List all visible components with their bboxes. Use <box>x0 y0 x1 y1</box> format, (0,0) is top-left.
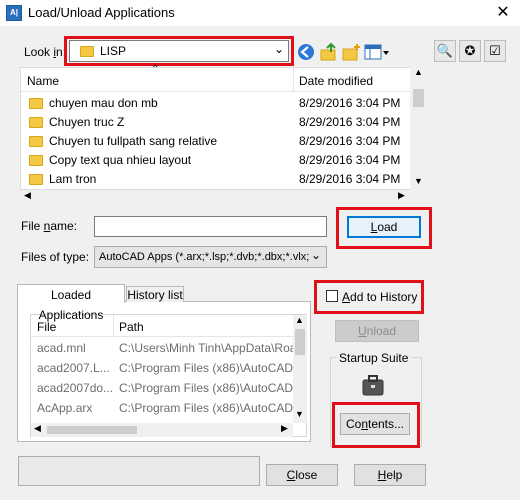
scroll-thumb[interactable] <box>413 89 424 107</box>
look-in-label: Look in: <box>24 45 67 59</box>
list-item[interactable]: Chuyen tu fullpath sang relative <box>29 132 289 151</box>
help-button[interactable]: Help <box>354 464 426 486</box>
list-item-date: 8/29/2016 3:04 PM <box>299 172 401 186</box>
loaded-hscrollbar[interactable]: ◀ ▶ <box>31 423 293 437</box>
list-item-date: 8/29/2016 3:04 PM <box>299 115 401 129</box>
table-row-file[interactable]: AcApp.arx <box>37 401 113 415</box>
list-item[interactable]: chuyen mau don mb <box>29 94 289 113</box>
files-of-type-label: Files of type: <box>21 250 90 264</box>
loaded-vscrollbar[interactable]: ▲ ▼ <box>293 315 307 423</box>
table-row-file[interactable]: acad2007do... <box>37 381 113 395</box>
scroll-left-icon[interactable]: ◀ <box>24 190 31 201</box>
close-icon[interactable]: ✕ <box>490 2 516 24</box>
folder-icon <box>29 174 43 185</box>
scroll-right-icon[interactable]: ▶ <box>398 190 405 201</box>
file-name-input[interactable] <box>94 216 327 237</box>
scroll-right-icon[interactable]: ▶ <box>281 423 288 434</box>
folder-icon <box>80 46 94 57</box>
find-icon[interactable]: 🔍 <box>434 40 456 62</box>
file-list-hscrollbar[interactable]: ◀ ▶ <box>20 190 410 204</box>
column-path[interactable]: Path <box>119 320 144 334</box>
add-to-history-checkbox[interactable] <box>326 290 338 302</box>
folder-icon <box>29 136 43 147</box>
list-item[interactable]: Chuyen truc Z <box>29 113 289 132</box>
scroll-left-icon[interactable]: ◀ <box>34 423 41 434</box>
column-divider <box>113 315 114 337</box>
table-row-file[interactable]: acad.mnl <box>37 341 113 355</box>
scroll-up-icon[interactable]: ▲ <box>414 67 423 77</box>
up-folder-icon[interactable] <box>319 42 339 62</box>
look-in-value: LISP <box>100 44 127 58</box>
column-divider <box>293 68 294 92</box>
table-row-path: C:\Program Files (x86)\AutoCAD 20... <box>119 381 295 395</box>
scroll-thumb[interactable] <box>47 426 137 434</box>
file-list-header: Name Date modified ⌃ <box>21 64 413 92</box>
chevron-down-icon: ⌄ <box>274 42 285 56</box>
sort-up-icon: ⌃ <box>151 64 160 75</box>
files-of-type-select[interactable]: AutoCAD Apps (*.arx;*.lsp;*.dvb;*.dbx;*.… <box>94 246 327 268</box>
scroll-down-icon[interactable]: ▼ <box>295 409 304 419</box>
unload-button[interactable]: Unload <box>335 320 419 342</box>
status-box <box>18 456 260 486</box>
add-to-history-label: Add to History <box>342 290 418 304</box>
file-list[interactable]: Name Date modified ⌃ chuyen mau don mb 8… <box>20 64 414 190</box>
new-folder-icon[interactable] <box>341 42 361 62</box>
look-in-combo[interactable]: LISP ⌄ <box>69 40 289 62</box>
scroll-thumb[interactable] <box>295 329 305 355</box>
window-title: Load/Unload Applications <box>28 5 175 20</box>
tab-history-list[interactable]: History list <box>126 286 184 302</box>
briefcase-icon <box>362 375 384 396</box>
table-row-file[interactable]: acad2007.L... <box>37 361 113 375</box>
app-icon: A| <box>6 5 22 21</box>
contents-button[interactable]: Contents... <box>340 413 410 435</box>
list-item-date: 8/29/2016 3:04 PM <box>299 96 401 110</box>
column-name[interactable]: Name <box>27 74 59 88</box>
folder-icon <box>29 117 43 128</box>
startup-suite-label: Startup Suite <box>336 351 412 365</box>
chevron-down-icon: ⌄ <box>311 248 322 262</box>
list-item[interactable]: Lam tron <box>29 170 289 189</box>
file-name-label: File name: <box>21 219 78 233</box>
file-list-vscrollbar[interactable]: ▲ ▼ <box>410 67 427 190</box>
close-button[interactable]: Close <box>266 464 338 486</box>
table-row-path: C:\Program Files (x86)\AutoCAD 20... <box>119 361 295 375</box>
list-item[interactable]: Copy text qua nhieu layout <box>29 151 289 170</box>
list-item-date: 8/29/2016 3:04 PM <box>299 153 401 167</box>
table-row-path: C:\Program Files (x86)\AutoCAD 20... <box>119 401 295 415</box>
folder-icon <box>29 155 43 166</box>
locate-icon[interactable]: ✪ <box>459 40 481 62</box>
table-row-path: C:\Users\Minh Tinh\AppData\Roa... <box>119 341 295 355</box>
scroll-down-icon[interactable]: ▼ <box>414 176 423 186</box>
folder-icon <box>29 98 43 109</box>
options-icon[interactable]: ☑ <box>484 40 506 62</box>
scroll-up-icon[interactable]: ▲ <box>295 315 304 325</box>
tab-loaded-applications[interactable]: Loaded Applications <box>17 284 125 322</box>
list-item-date: 8/29/2016 3:04 PM <box>299 134 401 148</box>
views-menu-icon[interactable] <box>364 42 390 62</box>
loaded-apps-table[interactable]: File Path acad.mnl C:\Users\Minh Tinh\Ap… <box>30 314 307 437</box>
back-icon[interactable] <box>297 43 315 61</box>
column-date-modified[interactable]: Date modified <box>299 74 373 88</box>
files-of-type-value: AutoCAD Apps (*.arx;*.lsp;*.dvb;*.dbx;*.… <box>99 251 309 263</box>
load-button[interactable]: Load <box>347 216 421 238</box>
